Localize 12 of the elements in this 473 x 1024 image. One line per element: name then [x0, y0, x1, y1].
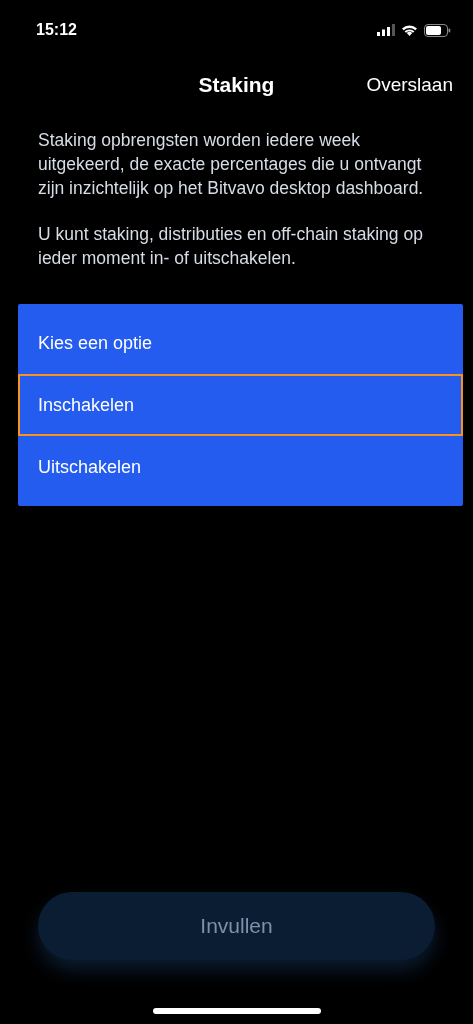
skip-button[interactable]: Overslaan [366, 74, 453, 96]
wifi-icon [401, 24, 418, 36]
battery-icon [424, 23, 451, 37]
option-item[interactable]: Inschakelen [18, 374, 463, 436]
option-item[interactable]: Kies een optie [18, 312, 463, 374]
info-paragraph: Staking opbrengsten worden iedere week uitgekeerd, de exacte percentages die u ontvangt zijn inzichtelijk op het Bitvavo desktop dashboard. [38, 129, 425, 200]
screen-title: Staking [198, 73, 275, 97]
signal-icon [377, 24, 395, 36]
status-time: 15:12 [36, 21, 77, 39]
option-item[interactable]: Uitschakelen [18, 436, 463, 498]
home-indicator[interactable] [152, 1008, 321, 1014]
info-paragraph: U kunt staking, distributies en off-chain staking op ieder moment in- of uitschakelen. [38, 223, 424, 270]
